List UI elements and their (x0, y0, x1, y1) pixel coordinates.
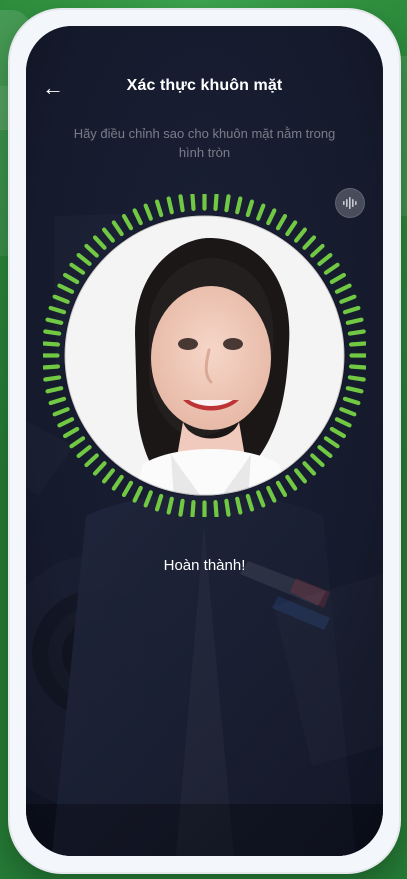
ring-segment (121, 213, 134, 231)
ring-segment (166, 496, 174, 515)
ring-segment (235, 196, 243, 215)
ring-segment (69, 436, 86, 449)
ring-segment (84, 453, 99, 468)
ring-segment (329, 426, 347, 439)
instruction-line-2: hình tròn (178, 145, 231, 160)
ring-segment (92, 235, 107, 250)
instruction-text: Hãy điều chỉnh sao cho khuôn mặt nằm tro… (72, 124, 337, 162)
ring-segment (347, 329, 366, 336)
ring-segment (132, 208, 143, 226)
top-bar: ← Xác thực khuôn mặt (26, 68, 383, 108)
ring-segment (334, 283, 352, 294)
ring-segment (45, 386, 64, 394)
ring-segment (84, 243, 99, 258)
ring-segment (285, 474, 298, 491)
ring-segment (266, 485, 277, 503)
phone-screen: ← Xác thực khuôn mặt Hãy điều chỉnh sao … (26, 26, 383, 856)
ring-segment (256, 203, 266, 221)
ring-segment (143, 490, 153, 508)
ring-segment (342, 305, 361, 315)
ring-segment (323, 436, 340, 449)
ring-segment (213, 194, 219, 212)
ring-segment (178, 194, 185, 213)
ring-segment (57, 283, 75, 294)
ring-segment (224, 194, 231, 213)
ring-segment (310, 243, 325, 258)
ring-segment (48, 305, 67, 315)
ring-segment (329, 272, 347, 285)
ring-segment (345, 386, 364, 394)
ring-segment (348, 341, 366, 347)
ring-segment (317, 445, 333, 458)
ring-segment (345, 317, 364, 325)
ring-segment (339, 294, 357, 304)
ring-segment (154, 493, 164, 512)
instruction-line-1: Hãy điều chỉnh sao cho khuôn mặt nằm tro… (73, 126, 336, 141)
ring-segment (143, 203, 153, 221)
ring-segment (348, 364, 366, 370)
ring-segment (224, 498, 231, 517)
ring-segment (52, 294, 70, 304)
ring-segment (302, 235, 317, 250)
ring-segment (132, 485, 143, 503)
ring-segment (190, 194, 196, 212)
ring-segment (69, 262, 86, 275)
ring-segment (62, 426, 80, 439)
ring-segment (43, 364, 61, 370)
ring-segment (317, 253, 333, 266)
ring-segment (52, 407, 70, 417)
ring-segment (342, 396, 361, 406)
ring-segment (256, 490, 266, 508)
ring-segment (76, 253, 92, 266)
ring-segment (43, 375, 62, 382)
ring-segment (294, 227, 307, 243)
page-title: Xác thực khuôn mặt (126, 77, 283, 94)
ring-segment (310, 453, 325, 468)
ring-segment (190, 499, 196, 517)
ring-segment (245, 493, 255, 512)
ring-segment (102, 227, 115, 243)
ring-segment (62, 272, 80, 285)
ring-segment (166, 196, 174, 215)
ring-segment (334, 417, 352, 428)
ring-segment (102, 468, 115, 484)
ring-segment (275, 213, 288, 231)
ring-segment (323, 262, 340, 275)
ring-segment (178, 498, 185, 517)
phone-notch (114, 26, 295, 58)
ring-segment (43, 341, 61, 347)
ring-segment (111, 220, 124, 237)
ring-segment (302, 461, 317, 476)
face-preview (64, 215, 345, 496)
ring-segment (294, 468, 307, 484)
ring-segment (245, 199, 255, 218)
ring-segment (111, 474, 124, 491)
ring-segment (48, 396, 67, 406)
phone-frame: ← Xác thực khuôn mặt Hãy điều chỉnh sao … (8, 8, 401, 874)
ring-segment (76, 445, 92, 458)
ring-segment (275, 480, 288, 498)
ring-segment (45, 317, 64, 325)
capture-status: Hoàn thành! (163, 557, 246, 574)
ring-segment (213, 499, 219, 517)
ring-segment (43, 329, 62, 336)
ring-segment (121, 480, 134, 498)
face-capture-area (43, 194, 366, 517)
ring-segment (347, 375, 366, 382)
ring-segment (92, 461, 107, 476)
ring-segment (235, 496, 243, 515)
ring-segment (339, 407, 357, 417)
face-ring-and-preview (43, 194, 366, 517)
ring-segment (285, 220, 298, 237)
ring-segment (57, 417, 75, 428)
ring-segment (154, 199, 164, 218)
ring-segment (266, 208, 277, 226)
